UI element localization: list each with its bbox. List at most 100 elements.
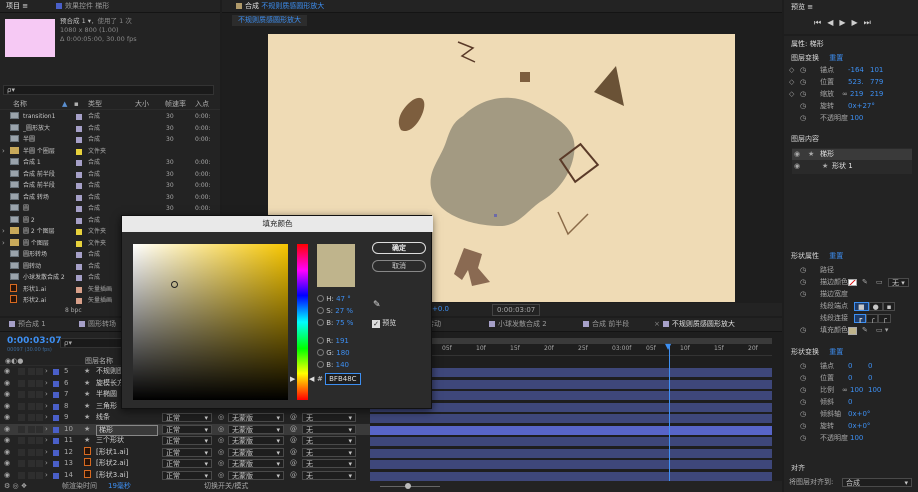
next-frame-icon[interactable]: ▶ [852, 18, 864, 27]
align-to-dropdown[interactable]: 合成 ▾ [842, 478, 912, 487]
s-radio[interactable] [317, 307, 324, 314]
label-column-icon[interactable]: ▪ [74, 99, 79, 110]
expand-arrow-icon[interactable]: › [45, 389, 48, 401]
st-scale-x[interactable]: 100 [850, 385, 863, 396]
stopwatch-icon[interactable]: ◷ [800, 385, 806, 396]
st-skew-value[interactable]: 0 [848, 397, 852, 408]
sort-arrow-icon[interactable]: ▲ [62, 99, 67, 110]
g-radio[interactable] [317, 349, 324, 356]
col-size[interactable]: 大小 [135, 99, 149, 110]
stopwatch-icon[interactable]: ◷ [800, 101, 806, 112]
stopwatch-icon[interactable]: ◷ [800, 77, 806, 88]
blend-mode-dropdown[interactable]: 正常 ▾ [162, 447, 212, 457]
stopwatch-icon[interactable]: ◷ [800, 409, 806, 420]
eye-icon[interactable]: ◉ [4, 458, 10, 470]
expand-arrow-icon[interactable]: › [45, 447, 48, 459]
shape-transform-reset-button[interactable]: 重置 [829, 348, 843, 356]
layer-track-bar[interactable] [370, 471, 772, 481]
stopwatch-icon[interactable]: ◷ [800, 433, 806, 444]
eye-icon[interactable]: ◉ [794, 161, 800, 172]
expand-arrow-icon[interactable]: › [45, 458, 48, 470]
g-value[interactable]: 180 [336, 349, 349, 357]
layer-name[interactable]: [形状1.ai] [96, 447, 160, 459]
stopwatch-icon[interactable]: ◷ [800, 277, 806, 288]
label-color-chip[interactable] [76, 286, 82, 293]
parent-dropdown[interactable]: 无 ▾ [302, 459, 356, 468]
label-color-chip[interactable] [76, 298, 82, 304]
parent-dropdown[interactable]: 无 ▾ [302, 424, 356, 434]
solo-toggle[interactable] [28, 448, 35, 456]
eye-icon[interactable]: ◉ [4, 424, 10, 436]
layer-track-bar[interactable] [370, 414, 772, 423]
solo-toggle[interactable] [28, 425, 35, 433]
parent-dropdown[interactable]: 无 ▾ [302, 413, 356, 422]
expand-arrow-icon[interactable]: › [2, 146, 5, 158]
content-shape-row[interactable]: ◉ ★ 形状 1 [792, 161, 912, 172]
first-frame-icon[interactable]: ⏮ [814, 18, 827, 27]
layer-label-chip[interactable] [53, 392, 59, 398]
saturation-brightness-field[interactable] [133, 244, 288, 400]
b-row[interactable]: B: 75 % [317, 317, 377, 329]
solo-toggle[interactable] [28, 471, 35, 479]
list-item[interactable]: _圆形放大 合成 30 0:00: [0, 123, 220, 135]
layer-track-bar[interactable] [370, 425, 772, 435]
layer-row[interactable]: ◉ › 9 ★ 线条 正常 ▾ ◎ 无蒙版 ▾ @ 无 ▾ [0, 412, 370, 424]
tab-project[interactable]: 项目 ≡ [6, 1, 28, 12]
expand-arrow-icon[interactable]: › [45, 470, 48, 482]
parent-pickwhip-icon[interactable]: @ [290, 412, 297, 424]
dialog-titlebar[interactable]: 填充颜色 [122, 216, 433, 232]
eye-icon[interactable]: ◉ [4, 412, 10, 424]
layer-name[interactable]: [形状3.ai] [96, 470, 160, 482]
b-radio[interactable] [317, 319, 324, 326]
label-color-chip[interactable] [76, 194, 82, 201]
solo-toggle[interactable] [28, 414, 35, 421]
bpc-label[interactable]: 8 bpc [65, 305, 82, 316]
parent-pickwhip-icon[interactable]: @ [290, 470, 297, 482]
audio-toggle[interactable] [18, 414, 25, 421]
b2-value[interactable]: 140 [336, 361, 349, 369]
label-color-chip[interactable] [76, 217, 82, 224]
layer-label-chip[interactable] [53, 461, 59, 467]
shape-reset-button[interactable]: 重置 [829, 252, 843, 260]
transform-reset-button[interactable]: 重置 [829, 54, 843, 62]
track-matte-dropdown[interactable]: 无蒙版 ▾ [228, 459, 284, 468]
layer-label-chip[interactable] [53, 369, 59, 375]
preserve-transparency-icon[interactable]: ◎ [218, 424, 224, 436]
r-value[interactable]: 191 [335, 337, 348, 345]
solo-toggle[interactable] [28, 368, 35, 375]
keyframe-nav-icon[interactable]: ◇ [789, 89, 794, 100]
eye-icon[interactable]: ◉ [794, 149, 800, 160]
audio-toggle[interactable] [18, 368, 25, 375]
h-radio[interactable] [317, 295, 324, 302]
list-item[interactable]: transition1 合成 30 0:00: [0, 111, 220, 123]
label-color-chip[interactable] [76, 263, 82, 270]
audio-toggle[interactable] [18, 425, 25, 433]
layer-row[interactable]: ◉ › 10 ★ 梯形 正常 ▾ ◎ 无蒙版 ▾ @ 无 ▾ [0, 423, 370, 436]
playhead[interactable] [669, 344, 670, 484]
st-anchor-x[interactable]: 0 [848, 361, 852, 372]
stopwatch-icon[interactable]: ◷ [800, 265, 806, 276]
label-color-chip[interactable] [76, 229, 82, 235]
label-color-chip[interactable] [76, 206, 82, 212]
stopwatch-icon[interactable]: ◷ [800, 65, 806, 76]
stroke-swatch[interactable] [848, 279, 857, 286]
fill-type-dropdown[interactable]: ▭ ▾ [876, 325, 888, 336]
g-row[interactable]: G: 180 [317, 347, 377, 359]
lock-toggle[interactable] [36, 471, 43, 479]
timeline-tab[interactable]: 小球发散合成 2 [486, 319, 547, 330]
b2-radio[interactable] [317, 361, 324, 368]
exposure-offset[interactable]: +0.0 [432, 303, 449, 316]
butt-cap-button[interactable]: ■ [854, 302, 869, 311]
audio-toggle[interactable] [18, 437, 25, 444]
expand-arrow-icon[interactable]: › [2, 238, 5, 250]
anchor-x[interactable]: -164 [848, 65, 864, 76]
b2-row[interactable]: B: 140 [317, 359, 377, 371]
color-picker-cursor-icon[interactable] [171, 281, 178, 288]
stopwatch-icon[interactable]: ◷ [800, 361, 806, 372]
scale-y[interactable]: 219 [870, 89, 883, 100]
eyedropper-icon[interactable]: ✎ [862, 277, 868, 288]
lock-toggle[interactable] [36, 414, 43, 421]
project-search-input[interactable]: ρ▾ [3, 85, 214, 95]
keyframe-nav-icon[interactable]: ◇ [789, 77, 794, 88]
label-color-chip[interactable] [76, 160, 82, 166]
